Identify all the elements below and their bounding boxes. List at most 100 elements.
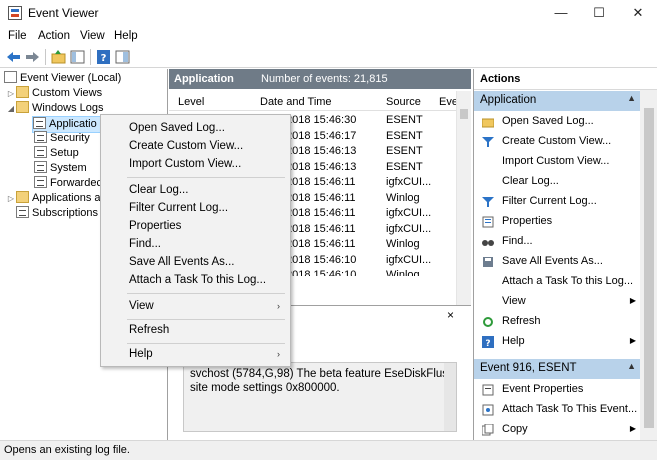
action-event-properties[interactable]: Event Properties — [474, 379, 640, 399]
actions-pane: Actions Application ▲ Open Saved Log... … — [473, 69, 657, 440]
context-menu-find[interactable]: Find... — [103, 235, 288, 253]
refresh-icon — [482, 315, 494, 327]
actions-scrollbar[interactable] — [640, 90, 657, 440]
task-icon — [482, 403, 494, 416]
event-count: Number of events: 21,815 — [261, 73, 388, 85]
binoculars-icon — [482, 235, 494, 247]
action-filter-current-log[interactable]: Filter Current Log... — [474, 191, 640, 211]
action-clear-log[interactable]: Clear Log... — [474, 171, 640, 191]
status-text: Opens an existing log file. — [4, 444, 130, 456]
show-hide-tree-icon[interactable] — [69, 49, 86, 65]
status-bar: Opens an existing log file. — [0, 440, 657, 460]
filter-icon — [482, 135, 494, 147]
menu-bar: File Action View Help — [0, 26, 657, 46]
log-icon — [33, 117, 46, 129]
collapse-up-icon[interactable]: ▲ — [627, 361, 636, 371]
log-header-title: Application — [174, 73, 234, 85]
submenu-arrow-icon: › — [277, 349, 280, 359]
action-save-all-events[interactable]: Save All Events As... — [474, 251, 640, 271]
actions-section-event[interactable]: Event 916, ESENT ▲ — [474, 359, 640, 379]
event-description-line: site mode settings 0x800000. — [190, 382, 340, 394]
menu-help[interactable]: Help — [110, 28, 142, 44]
context-menu-open-saved-log[interactable]: Open Saved Log... — [103, 119, 288, 137]
event-grid-header: Level Date and Time Source Eve — [169, 93, 458, 111]
context-menu-save-all-events[interactable]: Save All Events As... — [103, 253, 288, 271]
context-menu-clear-log[interactable]: Clear Log... — [103, 181, 288, 199]
action-refresh[interactable]: Refresh — [474, 311, 640, 331]
submenu-arrow-icon: ▶ — [629, 296, 636, 305]
action-find[interactable]: Find... — [474, 231, 640, 251]
log-icon — [34, 161, 47, 173]
menu-separator — [127, 177, 285, 178]
action-copy[interactable]: Copy ▶ — [474, 419, 640, 439]
context-menu-create-custom-view[interactable]: Create Custom View... — [103, 137, 288, 155]
menu-separator — [127, 319, 285, 320]
save-icon — [482, 255, 494, 267]
toolbar-separator — [45, 49, 46, 65]
scrollbar-thumb[interactable] — [644, 108, 654, 428]
toolbar: ? — [0, 46, 657, 68]
filter-icon — [482, 195, 494, 207]
forward-arrow-icon[interactable] — [24, 49, 41, 65]
close-button[interactable]: ✕ — [619, 0, 657, 26]
context-menu-view[interactable]: View › — [103, 297, 288, 315]
column-header-level[interactable]: Level — [178, 96, 204, 108]
action-properties[interactable]: Properties — [474, 211, 640, 231]
context-menu-filter-current-log[interactable]: Filter Current Log... — [103, 199, 288, 217]
context-menu-import-custom-view[interactable]: Import Custom View... — [103, 155, 288, 173]
column-header-source[interactable]: Source — [386, 96, 421, 108]
actions-section-application[interactable]: Application ▲ — [474, 91, 640, 111]
action-attach-task[interactable]: Attach a Task To this Log... — [474, 271, 640, 291]
column-header-date[interactable]: Date and Time — [260, 96, 332, 108]
log-header: Application Number of events: 21,815 — [169, 69, 471, 89]
context-menu-properties[interactable]: Properties — [103, 217, 288, 235]
help-icon[interactable]: ? — [95, 49, 112, 65]
folder-icon — [16, 191, 29, 203]
action-help[interactable]: ? Help ▶ — [474, 331, 640, 351]
toolbar-separator — [90, 49, 91, 65]
event-list-scrollbar[interactable] — [456, 91, 471, 305]
event-viewer-app-icon — [8, 6, 22, 20]
action-view[interactable]: View ▶ — [474, 291, 640, 311]
svg-text:?: ? — [101, 53, 107, 64]
menu-separator — [127, 343, 285, 344]
tree-item-event-viewer-local[interactable]: Event Viewer (Local) — [4, 71, 121, 86]
back-arrow-icon[interactable] — [5, 49, 22, 65]
description-scrollbar[interactable] — [444, 363, 456, 431]
context-menu-refresh[interactable]: Refresh — [103, 321, 288, 339]
minimize-button[interactable]: — — [542, 0, 580, 26]
menu-action[interactable]: Action — [34, 28, 74, 44]
action-open-saved-log[interactable]: Open Saved Log... — [474, 111, 640, 131]
action-attach-task-event[interactable]: Attach Task To This Event... — [474, 399, 640, 419]
svg-text:?: ? — [485, 339, 490, 348]
subscriptions-icon — [16, 206, 29, 218]
help-icon: ? — [482, 335, 494, 349]
menu-view[interactable]: View — [76, 28, 109, 44]
context-menu-help[interactable]: Help › — [103, 345, 288, 363]
log-icon — [34, 131, 47, 143]
collapse-arrow-icon[interactable]: ◢ — [6, 101, 16, 116]
properties-icon — [482, 215, 494, 228]
up-folder-icon[interactable] — [50, 49, 67, 65]
event-properties-icon — [482, 383, 494, 396]
maximize-button[interactable]: ☐ — [580, 0, 618, 26]
event-description-line: svchost (5784,G,98) The beta feature Ese… — [190, 368, 450, 380]
expand-arrow-icon[interactable]: ▷ — [6, 191, 16, 206]
collapse-up-icon[interactable]: ▲ — [627, 93, 636, 103]
expand-arrow-icon[interactable]: ▷ — [6, 86, 16, 101]
event-description-box: svchost (5784,G,98) The beta feature Ese… — [183, 362, 457, 432]
context-menu: Open Saved Log... Create Custom View... … — [100, 114, 291, 367]
event-viewer-icon — [4, 71, 17, 83]
title-bar: Event Viewer — ☐ ✕ — [0, 0, 657, 26]
tree-item-custom-views[interactable]: ▷ Custom Views — [4, 86, 121, 101]
menu-separator — [127, 293, 285, 294]
scrollbar-thumb[interactable] — [460, 109, 468, 119]
context-menu-attach-task[interactable]: Attach a Task To this Log... — [103, 271, 288, 289]
close-icon[interactable]: × — [447, 308, 454, 322]
menu-file[interactable]: File — [4, 28, 31, 44]
action-import-custom-view[interactable]: Import Custom View... — [474, 151, 640, 171]
submenu-arrow-icon: ▶ — [629, 336, 636, 345]
show-action-pane-icon[interactable] — [114, 49, 131, 65]
action-create-custom-view[interactable]: Create Custom View... — [474, 131, 640, 151]
open-folder-icon — [481, 115, 495, 128]
